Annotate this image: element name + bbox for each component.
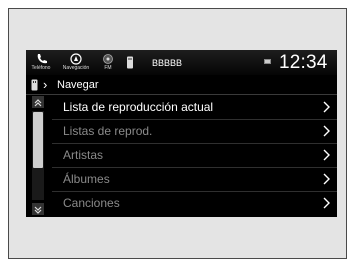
battery-icon [264,59,271,64]
breadcrumb[interactable]: › Navegar [26,76,337,94]
navigation-label: Navegación [62,65,90,71]
list-item[interactable]: Artistas [52,144,337,168]
chevron-right-icon [323,101,330,113]
phone-icon [37,54,47,64]
navigation-shortcut[interactable]: Navegación [56,50,96,75]
chevron-right-icon [323,173,330,185]
divider [26,94,337,95]
chevron-right-icon: › [43,77,48,92]
scroll-down-button[interactable] [32,203,44,215]
clock: 12:34 [279,52,328,73]
scroll-up-button[interactable] [32,96,44,108]
phone-label: Teléfono [31,65,51,71]
list-item[interactable]: Lista de reproducción actual [52,96,337,120]
list-item-label: Lista de reproducción actual [63,100,214,114]
status-bar: Teléfono Navegación FM BBBBB 12:34 [26,50,337,75]
chevron-right-icon [323,197,330,209]
scroll-up-icon [34,99,42,107]
navigation-icon [70,53,82,65]
scroll-thumb[interactable] [33,112,43,168]
phone-shortcut[interactable]: Teléfono [28,50,54,75]
usb-icon [31,79,38,91]
list-item-label: Álbumes [63,172,110,186]
list-item-label: Listas de reprod. [63,124,153,138]
audio-screen: Teléfono Navegación FM BBBBB 12:34 › Nav… [26,50,337,217]
usb-icon [127,56,133,69]
source-title: BBBBB [152,58,183,68]
list-item-label: Artistas [63,148,104,162]
list-item-label: Canciones [63,196,120,210]
fm-shortcut[interactable]: FM [98,50,118,75]
list-item[interactable]: Canciones [52,192,337,216]
chevron-right-icon [323,149,330,161]
fm-icon [103,54,113,64]
chevron-right-icon [323,125,330,137]
fm-label: FM [104,65,112,71]
breadcrumb-label: Navegar [57,79,99,91]
scrollbar[interactable] [32,96,44,217]
list-item[interactable]: Listas de reprod. [52,120,337,144]
menu-list: Lista de reproducción actual Listas de r… [52,96,337,216]
scroll-down-icon [34,206,42,214]
list-item[interactable]: Álbumes [52,168,337,192]
